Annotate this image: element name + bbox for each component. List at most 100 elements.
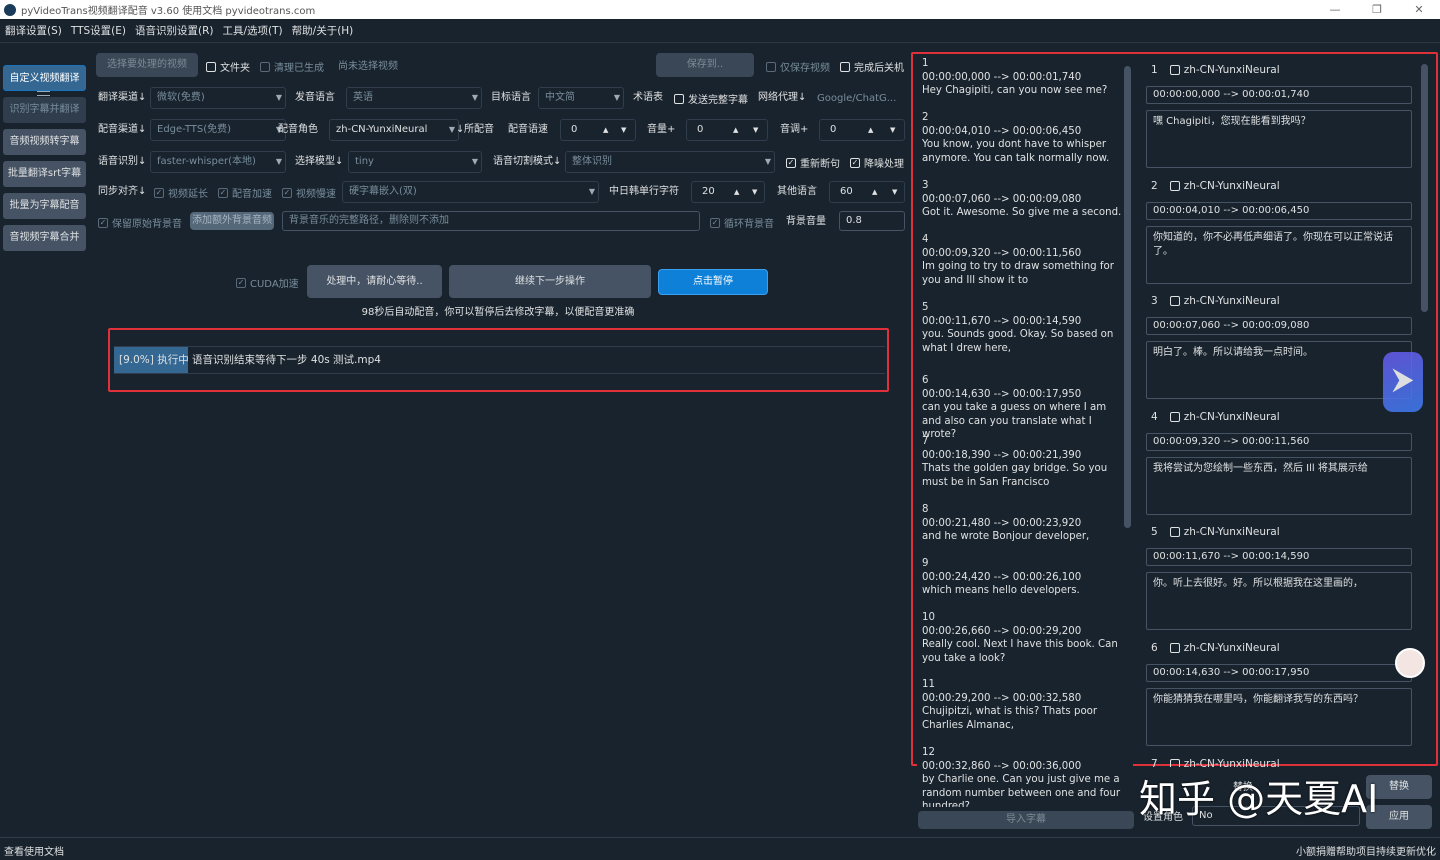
dub-cue-checkbox[interactable] [1169, 411, 1180, 422]
save-to-button[interactable]: 保存到.. [656, 53, 754, 77]
dub-cue-time[interactable]: 00:00:07,060 --> 00:00:09,080 [1146, 317, 1412, 336]
dub-cue-voice: zh-CN-YunxiNeural [1183, 295, 1280, 308]
model-select[interactable]: tiny ▼ [348, 151, 482, 173]
import-subtitle-button[interactable]: 导入字幕 [918, 811, 1134, 829]
dub-cue-text[interactable]: 你知道的，你不必再低声细语了。你现在可以正常说话了。 [1146, 225, 1412, 284]
bg-path-input[interactable]: 背景音乐的完整路径，删除则不添加 [282, 211, 700, 231]
dub-cue-checkbox[interactable] [1169, 296, 1180, 307]
send-full-subtitle-checkbox[interactable]: 发送完整字幕 [674, 91, 748, 106]
spin-down-icon: ▼ [753, 126, 759, 134]
sidebar-item-av-to-subtitle[interactable]: 音频视频转字幕 [3, 129, 86, 155]
subtitle-scroll-thumb[interactable] [1124, 66, 1131, 528]
dub-cue-time[interactable]: 00:00:04,010 --> 00:00:06,450 [1146, 201, 1412, 220]
dub-cue-checkbox[interactable] [1169, 65, 1180, 75]
target-language-select[interactable]: 中文简 ▼ [538, 87, 624, 109]
add-bg-button[interactable]: 添加额外背景音频 [190, 212, 274, 230]
select-video-button[interactable]: 选择要处理的视频 [96, 53, 198, 77]
denoise-checkbox[interactable]: ✓ 降噪处理 [850, 155, 904, 170]
subtitle-idx: 6 [922, 375, 929, 386]
sidebar-item-batch-dub[interactable]: 批量为字幕配音 [3, 193, 86, 219]
speed-spinbox[interactable]: 0 ▲ ▼ [560, 119, 636, 141]
sidebar-item-merge-av-subtitle[interactable]: 音视频字幕合并 [3, 225, 86, 251]
dub-role-select[interactable]: zh-CN-YunxiNeural ▼ [329, 119, 459, 141]
pitch-label: 音调+ [780, 124, 809, 135]
close-button[interactable]: ✕ [1398, 0, 1440, 19]
subtitle-time: 00:00:29,200 --> 00:00:32,580 [922, 692, 1082, 704]
dub-cue-text[interactable]: 嘿 Chagipiti，您现在能看到我吗？ [1146, 110, 1412, 168]
split-mode-select[interactable]: 整体识别 ▼ [565, 151, 775, 173]
dub-cue-text[interactable]: 我将尝试为您绘制一些东西，然后 Ill 将其展示给 [1146, 456, 1412, 515]
dub-cue-header: 7 zh-CN-YunxiNeural [1151, 758, 1280, 767]
dub-cue-time[interactable]: 00:00:00,000 --> 00:00:01,740 [1146, 86, 1412, 104]
menu-translate-settings[interactable]: 翻译设置(S) [0, 23, 66, 38]
subtitle-text: You know, you dont have to whisper anymo… [922, 139, 1110, 164]
subtitle-time: 00:00:14,630 --> 00:00:17,950 [922, 388, 1082, 400]
dub-cue-checkbox[interactable] [1169, 643, 1180, 653]
asr-select[interactable]: faster-whisper(本地) ▼ [150, 151, 286, 173]
sidebar-item-recognize-translate[interactable]: 识别字幕并翻译 [3, 97, 86, 123]
menu-help[interactable]: 帮助/关于(H) [287, 23, 358, 38]
subtitle-entry: 2 00:00:04,010 --> 00:00:06,450 You know, … [922, 111, 1122, 165]
volume-spinbox[interactable]: 0 ▲ ▼ [686, 119, 768, 141]
avatar[interactable] [1395, 648, 1425, 678]
dub-panel-scroll-thumb[interactable] [1421, 64, 1428, 312]
proxy-input[interactable]: Google/ChatG... [817, 92, 896, 106]
other-lang-spinbox[interactable]: 60 ▲ ▼ [829, 181, 905, 203]
subtitle-entry: 1 00:00:00,000 --> 00:00:01,740 Hey Chagip… [922, 57, 1122, 98]
processing-button[interactable]: 处理中，请耐心等待.. [307, 265, 442, 298]
spin-down-icon: ▼ [892, 188, 898, 196]
only-save-video-checkbox[interactable]: 仅保存视频 [766, 59, 830, 74]
dub-cue-time[interactable]: 00:00:11,670 --> 00:00:14,590 [1146, 548, 1412, 567]
clear-generated-checkbox[interactable]: 清理已生成 [260, 59, 324, 74]
subtitle-mode-select[interactable]: 硬字幕嵌入(双) ▼ [342, 181, 599, 203]
sidebar-item-custom-video-translate[interactable]: 自定义视频翻译 [3, 65, 86, 91]
next-step-button[interactable]: 继续下一步操作 [449, 265, 651, 298]
loop-bg-checkbox[interactable]: ✓ 循环背景音 [710, 215, 774, 230]
resplit-checkbox[interactable]: ✓ 重新断句 [786, 155, 840, 170]
subtitle-scrollbar[interactable] [1123, 58, 1132, 762]
subtitle-idx: 2 [922, 112, 929, 123]
pause-button[interactable]: 点击暂停 [658, 269, 768, 295]
dub-cue-time[interactable]: 00:00:14,630 --> 00:00:17,950 [1146, 664, 1412, 682]
floating-assistant-icon[interactable]: ⮞ [1383, 352, 1423, 412]
subtitle-time: 00:00:32,860 --> 00:00:36,000 [922, 760, 1082, 772]
dub-cue-number: 3 [1151, 295, 1158, 308]
menu-tts-settings[interactable]: TTS设置(E) [66, 23, 130, 38]
dub-cue-text[interactable]: 你。听上去很好。好。所以根据我在这里画的， [1146, 572, 1412, 631]
subtitle-entry: 7 00:00:18,390 --> 00:00:21,390 Thats the … [922, 435, 1122, 489]
dub-speedup-checkbox[interactable]: ✓ 配音加速 [218, 185, 272, 200]
menu-asr-settings[interactable]: 语音识别设置(R) [130, 23, 218, 38]
spin-up-icon: ▲ [733, 126, 739, 134]
dub-cue: 1 zh-CN-YunxiNeural 00:00:00,000 --> 00:00… [1143, 64, 1415, 174]
dub-cue-checkbox[interactable] [1169, 527, 1180, 538]
dub-cue-text[interactable]: 明白了。棒。所以请给我一点时间。 [1146, 341, 1412, 400]
dub-cue-text[interactable]: 你能猜猜我在哪里吗，你能翻译我写的东西吗？ [1146, 688, 1412, 746]
dub-cue-checkbox[interactable] [1169, 180, 1180, 191]
docs-link[interactable]: 查看使用文档 [4, 843, 64, 858]
cuda-checkbox[interactable]: ✓ CUDA加速 [236, 275, 299, 290]
dub-channel-select[interactable]: Edge-TTS(免费) ▼ [150, 119, 286, 141]
keep-bg-checkbox[interactable]: ✓ 保留原始背景音 [98, 215, 182, 230]
glossary-label[interactable]: 术语表 [633, 91, 663, 105]
folder-checkbox[interactable]: 文件夹 [206, 59, 250, 74]
sidebar-item-batch-translate-srt[interactable]: 批量翻译srt字幕 [3, 161, 86, 187]
dub-cue-header: 6 zh-CN-YunxiNeural [1151, 642, 1280, 654]
cjk-chars-spinbox[interactable]: 20 ▲ ▼ [691, 181, 765, 203]
video-slowdown-checkbox[interactable]: ✓ 视频慢速 [282, 185, 336, 200]
subtitle-idx: 3 [922, 180, 929, 191]
donate-link[interactable]: 小额捐赠帮助项目持续更新优化 [1296, 843, 1436, 858]
video-extend-checkbox[interactable]: ✓ 视频延长 [154, 185, 208, 200]
source-language-select[interactable]: 英语 ▼ [346, 87, 482, 109]
menu-tools[interactable]: 工具/选项(T) [218, 23, 287, 38]
dub-cue: 6 zh-CN-YunxiNeural 00:00:14,630 --> 00:00… [1143, 642, 1415, 752]
maximize-button[interactable]: ❐ [1356, 0, 1398, 19]
subtitle-editor[interactable]: 1 00:00:00,000 --> 00:00:01,740 Hey Chagip… [917, 55, 1133, 807]
pitch-spinbox[interactable]: 0 ▲ ▼ [819, 119, 905, 141]
dub-cue-checkbox[interactable] [1169, 758, 1180, 767]
shutdown-after-checkbox[interactable]: 完成后关机 [840, 59, 904, 74]
dub-cue-time[interactable]: 00:00:09,320 --> 00:00:11,560 [1146, 432, 1412, 451]
chevron-down-icon: ▼ [588, 187, 595, 196]
translate-channel-select[interactable]: 微软(免费) ▼ [150, 87, 286, 109]
bg-volume-input[interactable]: 0.8 [839, 211, 905, 231]
minimize-button[interactable]: — [1314, 0, 1356, 19]
